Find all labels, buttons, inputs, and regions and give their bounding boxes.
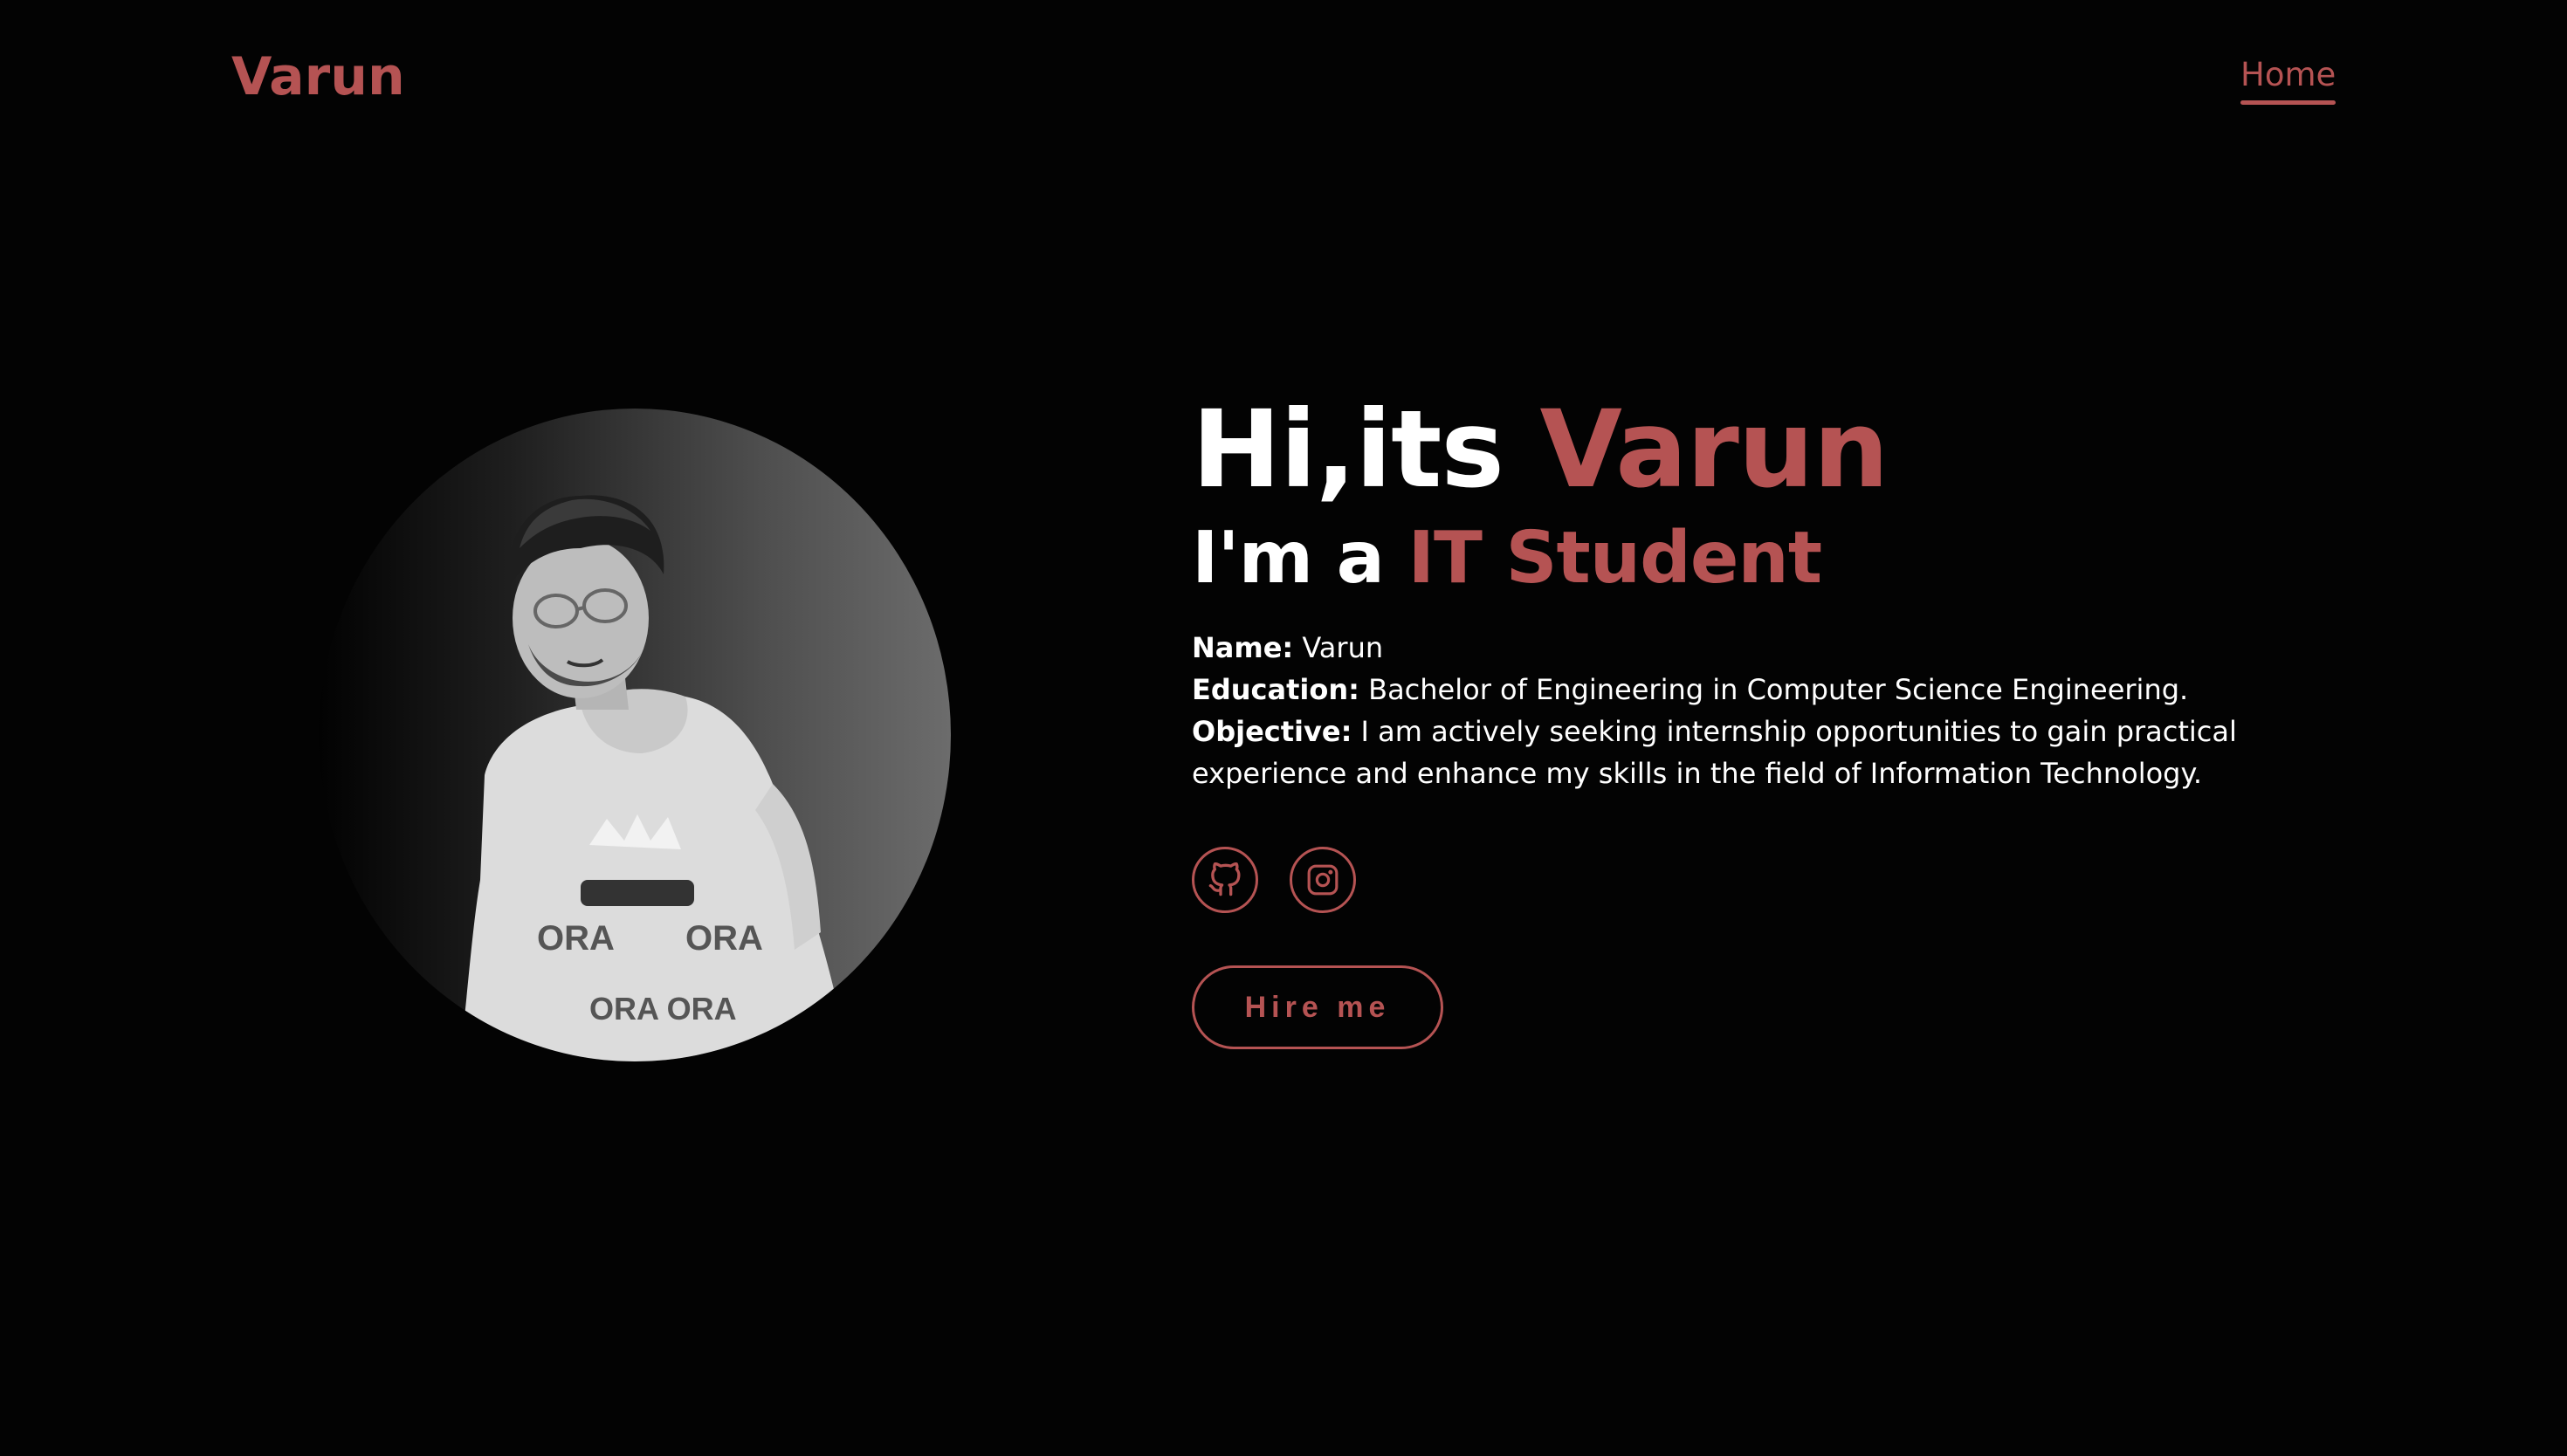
social-links — [1192, 847, 2327, 913]
detail-education-value: Bachelor of Engineering in Computer Scie… — [1359, 673, 2189, 706]
greeting-name: Varun — [1539, 388, 1889, 512]
hero-greeting: Hi,its Varun — [1192, 384, 2327, 515]
hero-role: I'm a IT Student — [1192, 515, 2327, 602]
detail-education-label: Education: — [1192, 673, 1359, 706]
hero-intro: Hi,its Varun I'm a IT Student Name: Varu… — [1192, 384, 2327, 1049]
svg-text:ORA ORA: ORA ORA — [589, 991, 737, 1027]
role-prefix: I'm a — [1192, 517, 1408, 600]
role-highlight: IT Student — [1407, 517, 1823, 600]
detail-name: Name: Varun — [1192, 627, 2327, 669]
greeting-prefix: Hi,its — [1192, 388, 1540, 512]
detail-objective: Objective: I am actively seeking interns… — [1192, 711, 2327, 794]
github-link[interactable] — [1192, 847, 1258, 913]
profile-details: Name: Varun Education: Bachelor of Engin… — [1192, 627, 2327, 794]
detail-objective-label: Objective: — [1192, 715, 1352, 748]
detail-name-value: Varun — [1293, 631, 1384, 664]
site-logo[interactable]: Varun — [231, 42, 405, 112]
hire-me-button[interactable]: Hire me — [1192, 965, 1443, 1049]
profile-photo: ORA ORA ORA ORA — [319, 409, 951, 1061]
nav-link-home[interactable]: Home — [2240, 52, 2336, 105]
svg-text:ORA: ORA — [537, 919, 615, 958]
instagram-icon — [1307, 864, 1339, 896]
page: Varun Home ORA ORA ORA ORA Hi,its Varun … — [0, 0, 2567, 1456]
detail-education: Education: Bachelor of Engineering in Co… — [1192, 669, 2327, 711]
svg-text:ORA: ORA — [685, 919, 763, 958]
detail-name-label: Name: — [1192, 631, 1294, 664]
github-icon — [1208, 862, 1241, 896]
instagram-link[interactable] — [1290, 847, 1356, 913]
